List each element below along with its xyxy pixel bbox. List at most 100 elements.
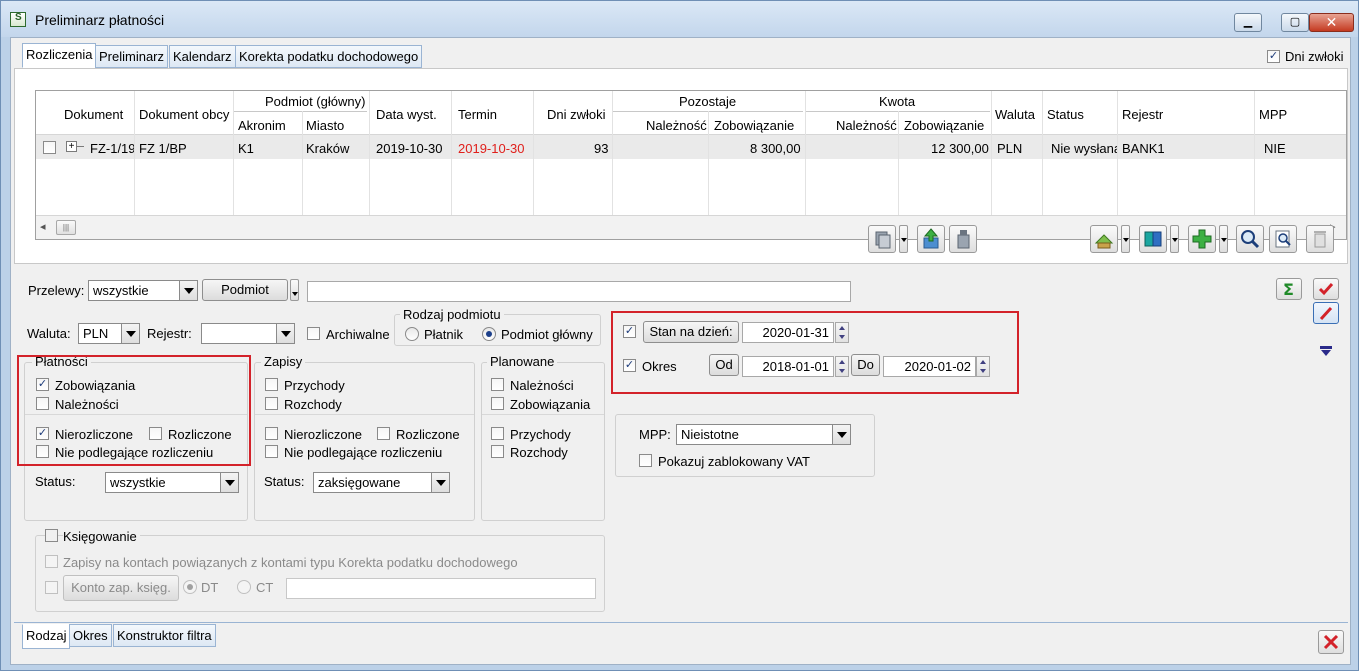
zapisy-rozchody-checkbox[interactable] xyxy=(265,397,278,410)
planowane-zobowiazania-checkbox[interactable] xyxy=(491,397,504,410)
cell-waluta: PLN xyxy=(997,141,1023,156)
header-rejestr[interactable]: Rejestr xyxy=(1122,107,1163,122)
rejestr-label: Rejestr: xyxy=(147,326,192,341)
import-icon[interactable] xyxy=(949,225,977,253)
zapisy-na-kontach-checkbox[interactable] xyxy=(45,555,58,568)
podmiot-button[interactable]: Podmiot xyxy=(202,279,288,301)
header-dokument[interactable]: Dokument xyxy=(64,107,123,122)
close-window-button[interactable]: ✕ xyxy=(1309,13,1354,32)
confirm-icon[interactable] xyxy=(1313,278,1339,300)
zapisy-rozchody-label: Rozchody xyxy=(284,397,342,412)
add-dropdown-icon[interactable] xyxy=(1219,225,1228,253)
maximize-button[interactable]: ▢ xyxy=(1281,13,1309,32)
header-akronim[interactable]: Akronim xyxy=(238,118,286,133)
tab-kalendarz[interactable]: Kalendarz xyxy=(169,45,236,68)
header-pozostaje-naleznosc[interactable]: Należność xyxy=(646,118,707,133)
platnosci-status-label: Status: xyxy=(35,474,76,489)
accounting-dropdown-icon[interactable] xyxy=(1170,225,1179,253)
cell-mpp: NIE xyxy=(1264,141,1286,156)
zapisy-status-select[interactable]: zaksięgowane xyxy=(313,472,450,493)
expand-icon[interactable]: + xyxy=(66,141,77,152)
ct-label: CT xyxy=(256,580,274,595)
scroll-thumb[interactable]: ||| xyxy=(56,220,76,235)
zapisy-nie-podlegajace-label: Nie podlegające rozliczeniu xyxy=(284,445,443,460)
header-pozostaje-zobowiazanie[interactable]: Zobowiązanie xyxy=(714,118,794,133)
przelewy-label: Przelewy: xyxy=(28,283,85,298)
zapisy-nie-podlegajace-checkbox[interactable] xyxy=(265,445,278,458)
ct-radio[interactable] xyxy=(237,580,251,594)
planowane-przychody-checkbox[interactable] xyxy=(491,427,504,440)
podmiot-dropdown-icon[interactable] xyxy=(290,279,299,301)
header-dokument-obcy[interactable]: Dokument obcy xyxy=(139,107,229,122)
header-dni-zwloki[interactable]: Dni zwłoki xyxy=(547,107,606,122)
dni-zwloki-checkbox[interactable]: ✓ xyxy=(1267,50,1280,63)
copy-document-icon[interactable] xyxy=(868,225,896,253)
cell-data-wyst: 2019-10-30 xyxy=(376,141,443,156)
search-icon[interactable] xyxy=(1236,225,1264,253)
zapisy-na-kontach-label: Zapisy na kontach powiązanych z kontami … xyxy=(63,555,518,570)
header-kwota-zobowiazanie[interactable]: Zobowiązanie xyxy=(904,118,984,133)
bank-transfer-icon[interactable] xyxy=(1090,225,1118,253)
ksiegowanie-label: Księgowanie xyxy=(63,529,140,545)
cell-pozostaje-zobowiazanie: 8 300,00 xyxy=(750,141,801,156)
tab-konstruktor-filtra[interactable]: Konstruktor filtra xyxy=(113,624,216,647)
tab-rozliczenia[interactable]: Rozliczenia xyxy=(22,43,97,68)
tab-okres[interactable]: Okres xyxy=(69,624,112,647)
cell-dni-zwloki: 93 xyxy=(594,141,609,156)
konto-text-field[interactable] xyxy=(286,578,596,599)
preview-icon[interactable] xyxy=(1269,225,1297,253)
planowane-naleznosci-checkbox[interactable] xyxy=(491,378,504,391)
filter-down-icon[interactable] xyxy=(1317,345,1335,357)
header-data-wyst[interactable]: Data wyst. xyxy=(376,107,437,122)
podmiot-text-field[interactable] xyxy=(307,281,851,302)
archiwalne-checkbox[interactable] xyxy=(307,327,320,340)
mpp-select[interactable]: Nieistotne xyxy=(676,424,851,445)
bank-dropdown-icon[interactable] xyxy=(1121,225,1130,253)
tab-preliminarz[interactable]: Preliminarz xyxy=(95,45,169,68)
title-bar[interactable]: Preliminarz płatności ▁ ▢ ✕ xyxy=(1,1,1358,37)
copy-dropdown-icon[interactable] xyxy=(899,225,908,253)
tab-rodzaj[interactable]: Rodzaj xyxy=(22,624,71,649)
podmiot-glowny-radio[interactable] xyxy=(482,327,496,341)
header-podmiot-line xyxy=(234,111,367,112)
header-kwota-naleznosc[interactable]: Należność xyxy=(836,118,897,133)
sum-icon[interactable]: Σ xyxy=(1276,278,1302,300)
rejestr-select[interactable] xyxy=(201,323,295,344)
ksiegowanie-checkbox[interactable] xyxy=(45,529,58,542)
header-miasto[interactable]: Miasto xyxy=(306,118,344,133)
minimize-button[interactable]: ▁ xyxy=(1234,13,1262,32)
zapisy-przychody-checkbox[interactable] xyxy=(265,378,278,391)
row-select-checkbox[interactable] xyxy=(43,141,56,154)
archiwalne-label: Archiwalne xyxy=(326,327,390,342)
scroll-left-icon[interactable]: ◂ xyxy=(40,220,46,233)
tab-korekta-podatku[interactable]: Korekta podatku dochodowego xyxy=(235,45,423,68)
platnik-radio[interactable] xyxy=(405,327,419,341)
svg-text:Σ: Σ xyxy=(1283,280,1294,299)
zapisy-nierozliczone-checkbox[interactable] xyxy=(265,427,278,440)
date-range-highlight xyxy=(611,311,1019,394)
platnosci-status-select[interactable]: wszystkie xyxy=(105,472,239,493)
planowane-zobowiazania-label: Zobowiązania xyxy=(510,397,591,412)
chevron-down-icon xyxy=(431,473,449,492)
cell-rejestr: BANK1 xyxy=(1122,141,1165,156)
konto-zap-ksieg-button[interactable]: Konto zap. księg. xyxy=(63,575,179,601)
dt-radio[interactable] xyxy=(183,580,197,594)
export-upload-icon[interactable] xyxy=(917,225,945,253)
konto-checkbox[interactable] xyxy=(45,581,58,594)
przelewy-select[interactable]: wszystkie xyxy=(88,280,198,301)
header-termin[interactable]: Termin xyxy=(458,107,497,122)
header-status[interactable]: Status xyxy=(1047,107,1084,122)
add-icon[interactable] xyxy=(1188,225,1216,253)
planowane-rozchody-checkbox[interactable] xyxy=(491,445,504,458)
pokazuj-zablokowany-vat-checkbox[interactable] xyxy=(639,454,652,467)
header-waluta[interactable]: Waluta xyxy=(995,107,1035,122)
waluta-select[interactable]: PLN xyxy=(78,323,140,344)
delete-icon[interactable] xyxy=(1306,225,1334,253)
header-mpp[interactable]: MPP xyxy=(1259,107,1287,122)
accounting-icon[interactable] xyxy=(1139,225,1167,253)
close-icon[interactable] xyxy=(1318,630,1344,654)
rodzaj-podmiotu-title: Rodzaj podmiotu xyxy=(400,307,504,322)
main-window: Preliminarz płatności ▁ ▢ ✕ Rozliczenia … xyxy=(0,0,1359,671)
zapisy-rozliczone-checkbox[interactable] xyxy=(377,427,390,440)
edit-pencil-icon[interactable] xyxy=(1313,302,1339,324)
